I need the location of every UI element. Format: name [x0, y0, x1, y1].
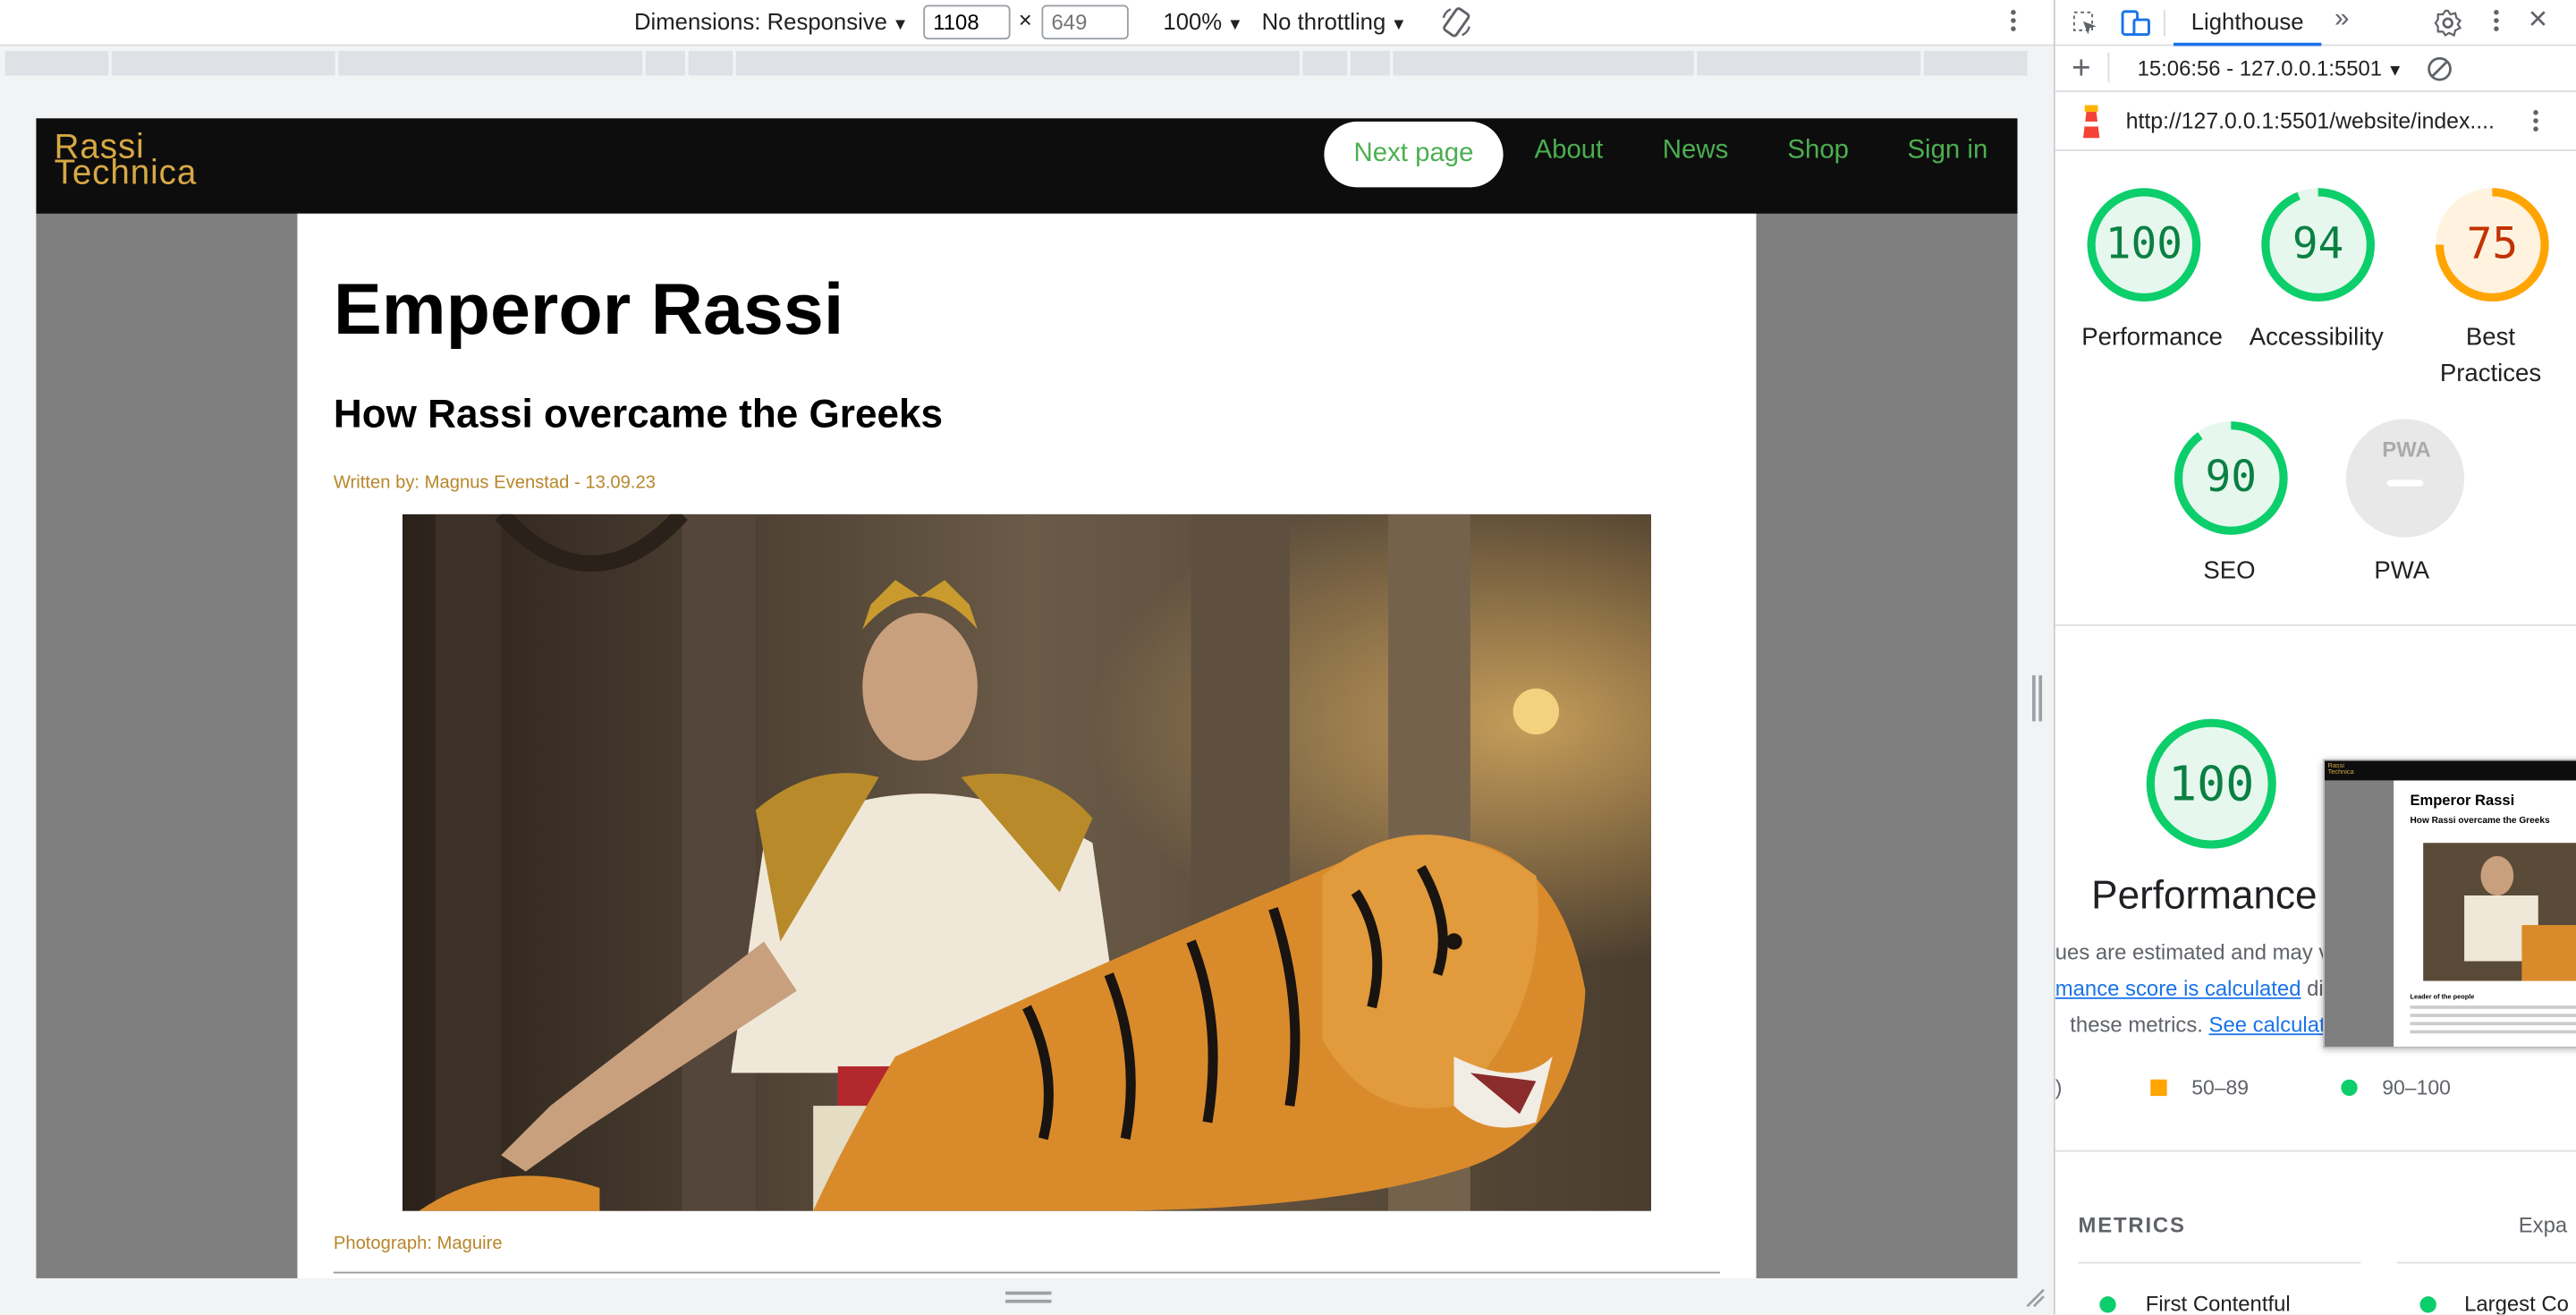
caret-down-icon: ▼ — [2386, 62, 2403, 81]
see-calculator-link[interactable]: See calculato — [2209, 1012, 2337, 1037]
nav-about[interactable]: About — [1535, 136, 1604, 165]
inspect-element-icon[interactable] — [2072, 10, 2097, 36]
image-caption: Photograph: Maguire — [333, 1234, 503, 1254]
article-title: Emperor Rassi — [333, 269, 844, 351]
report-selector[interactable]: 15:06:56 - 127.0.0.1:5501 ▼ — [2138, 55, 2403, 81]
nav-news[interactable]: News — [1663, 136, 1728, 165]
more-tabs-icon[interactable]: » — [2334, 5, 2349, 35]
performance-big-score: 100 — [2168, 755, 2255, 812]
final-screenshot-thumbnail[interactable]: Rassi Technica Emperor Rassi How Rassi ov… — [2323, 759, 2576, 1048]
page-viewport: Rassi Technica Next page About News Shop… — [36, 118, 2018, 1278]
corner-resize-icon[interactable] — [2024, 1286, 2047, 1310]
height-input[interactable] — [1041, 4, 1129, 40]
thumb-logo-2: Technica — [2327, 767, 2354, 776]
expand-view-toggle[interactable]: Expa — [2519, 1213, 2567, 1238]
metric-fcp-label: First Contentful — [2145, 1291, 2291, 1315]
perf-description-2-text: di — [2301, 976, 2324, 1001]
dimensions-dropdown[interactable]: Dimensions: Responsive ▼ — [634, 8, 909, 34]
score-value: 90 — [2205, 453, 2258, 504]
width-input[interactable] — [923, 4, 1011, 40]
lighthouse-icon — [2082, 105, 2100, 139]
throttling-label: No throttling — [1261, 8, 1386, 35]
new-report-icon[interactable]: + — [2072, 51, 2090, 89]
thumb-image — [2423, 843, 2576, 981]
perf-description-2: mance score is calculated di — [2055, 976, 2324, 1001]
legend-low-partial: ) — [2055, 1076, 2063, 1099]
nav-sign-in[interactable]: Sign in — [1907, 136, 1987, 165]
device-toggle-icon[interactable] — [2121, 8, 2150, 38]
report-url-bar: http://127.0.0.1:5501/website/index.... — [2055, 92, 2576, 151]
tab-lighthouse[interactable]: Lighthouse — [2174, 0, 2322, 47]
performance-big-gauge: 100 — [2144, 717, 2279, 852]
side-resize-handle[interactable] — [2032, 674, 2043, 722]
article-byline: Written by: Magnus Evenstad - 13.09.23 — [333, 472, 657, 494]
pwa-label: PWA — [2374, 556, 2430, 585]
metric-lcp-label: Largest Co — [2464, 1291, 2569, 1315]
thumb-title: Emperor Rassi — [2410, 792, 2515, 809]
score-calc-link[interactable]: mance score is calculated — [2055, 976, 2301, 1001]
throttling-dropdown[interactable]: No throttling ▼ — [1262, 8, 1407, 34]
thumb-logo: Rassi Technica — [2327, 761, 2354, 776]
zoom-dropdown[interactable]: 100% ▼ — [1163, 8, 1242, 34]
site-header: Rassi Technica Next page About News Shop… — [36, 118, 2018, 214]
devtools-menu-icon[interactable] — [2492, 8, 2498, 34]
more-options-icon[interactable] — [2009, 8, 2015, 34]
metric-pass-icon — [2419, 1296, 2436, 1313]
seo-gauge[interactable]: 90 — [2172, 419, 2290, 537]
perf-description-3-text: these metrics. — [2070, 1012, 2209, 1037]
close-devtools-icon[interactable]: × — [2529, 2, 2547, 39]
perf-description-1: ues are estimated and may va — [2055, 939, 2342, 965]
devtools-tabbar: Lighthouse » × — [2055, 0, 2576, 47]
legend-mid: 50–89 — [2191, 1076, 2250, 1099]
article-subtitle: How Rassi overcame the Greeks — [333, 392, 944, 437]
article: Emperor Rassi How Rassi overcame the Gre… — [297, 213, 1757, 1278]
media-query-bar[interactable] — [4, 50, 2049, 76]
score-label: Performance — [2081, 323, 2223, 352]
report-menu-icon[interactable] — [2531, 108, 2538, 134]
thumb-subtitle: How Rassi overcame the Greeks — [2410, 816, 2550, 827]
nav-shop[interactable]: Shop — [1787, 136, 1849, 165]
logo-line-2: Technica — [54, 154, 198, 192]
caret-down-icon: ▼ — [1226, 16, 1243, 35]
score-value: 75 — [2466, 220, 2519, 270]
score-value: 100 — [2105, 220, 2183, 270]
site-logo[interactable]: Rassi Technica — [54, 130, 198, 192]
report-url: http://127.0.0.1:5501/website/index.... — [2125, 108, 2495, 133]
metrics-heading: METRICS — [2078, 1212, 2186, 1238]
score-label: SEO — [2203, 556, 2256, 585]
metric-pass-icon — [2099, 1296, 2116, 1313]
score-value: 94 — [2292, 220, 2344, 270]
performance-gauge[interactable]: 100 — [2085, 186, 2203, 304]
report-time: 15:06:56 - 127.0.0.1:5501 — [2137, 55, 2383, 81]
score-label: Accessibility — [2249, 323, 2384, 352]
pwa-dash-icon — [2386, 479, 2424, 487]
pwa-gauge[interactable]: PWA — [2345, 419, 2465, 538]
legend-square-icon — [2150, 1079, 2167, 1097]
next-page-button[interactable]: Next page — [1324, 121, 1504, 188]
legend-circle-icon — [2341, 1079, 2358, 1097]
hero-image — [402, 513, 1651, 1211]
settings-icon[interactable] — [2433, 8, 2462, 38]
legend-high: 90–100 — [2382, 1076, 2451, 1099]
bottom-resize-handle[interactable] — [1005, 1291, 1052, 1303]
device-toolbar: Dimensions: Responsive▼ × 100%▼ No throt… — [0, 0, 2054, 47]
lighthouse-toolbar: + 15:06:56 - 127.0.0.1:5501 ▼ — [2055, 46, 2576, 92]
best-practices-gauge[interactable]: 75 — [2433, 186, 2551, 304]
divider — [333, 1271, 1721, 1274]
perf-description-3: these metrics. See calculato — [2070, 1012, 2337, 1037]
pwa-badge: PWA — [2382, 437, 2431, 462]
devtools-panel: Lighthouse » × + 15:06:56 - 127.0.0.1:55… — [2053, 0, 2576, 1315]
caret-down-icon: ▼ — [1390, 16, 1407, 35]
performance-title: Performance — [2091, 874, 2318, 919]
rotate-icon[interactable] — [1439, 5, 1474, 40]
times-icon: × — [1018, 6, 1032, 33]
accessibility-gauge[interactable]: 94 — [2259, 186, 2377, 304]
thumb-section: Leader of the people — [2410, 992, 2475, 1001]
caret-down-icon: ▼ — [892, 16, 909, 35]
zoom-label: 100% — [1163, 8, 1223, 35]
score-label: Best Practices — [2439, 323, 2542, 388]
dimensions-label: Dimensions: Responsive — [633, 8, 887, 35]
clear-icon[interactable] — [2427, 55, 2453, 81]
